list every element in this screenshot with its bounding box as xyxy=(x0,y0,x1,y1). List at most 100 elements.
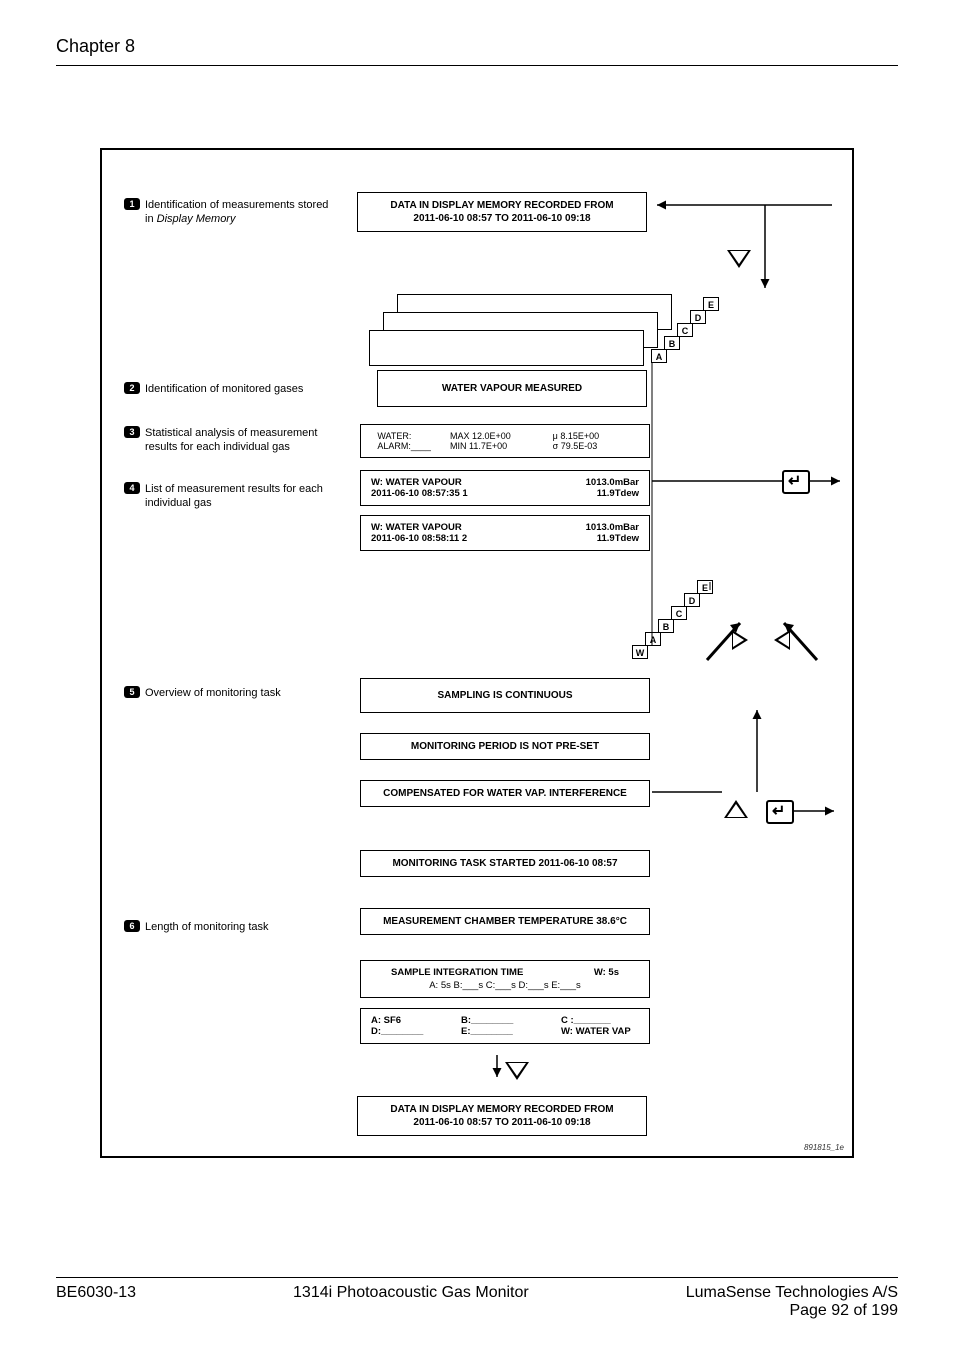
box-ov2: MONITORING PERIOD IS NOT PRE-SET xyxy=(360,733,650,760)
annotation-3: 3 Statistical analysis of measurement re… xyxy=(124,426,334,455)
nav-down-icon-2 xyxy=(505,1062,529,1080)
chapter-title: Chapter 8 xyxy=(56,36,898,57)
meas1-l1a: W: WATER VAPOUR xyxy=(371,477,462,488)
box-top-l1: DATA IN DISPLAY MEMORY RECORDED FROM xyxy=(366,200,638,211)
assign-w: W: WATER VAP xyxy=(561,1026,631,1037)
bullet-4: 4 xyxy=(124,482,140,494)
annotation-2: 2 Identification of monitored gases xyxy=(124,382,334,396)
annotation-2-text: Identification of monitored gases xyxy=(145,382,334,396)
header-rule xyxy=(56,65,898,66)
page: Chapter 8 1 Identification of measuremen… xyxy=(0,0,954,1350)
footer-rule xyxy=(56,1277,898,1278)
box-bottom-l2: 2011-06-10 08:57 TO 2011-06-10 09:18 xyxy=(366,1117,638,1128)
annotation-1-text: Identification of measurements stored in… xyxy=(145,198,334,227)
enter-icon-1 xyxy=(782,470,810,494)
meas1-l2a: 2011-06-10 08:57:35 1 xyxy=(371,488,468,499)
tab-D-1: D xyxy=(690,310,706,324)
ov4-text: MONITORING TASK STARTED 2011-06-10 08:57 xyxy=(369,858,641,869)
stats-row2: ALARM:____ MIN 11.7E+00 σ 79.5E-03 xyxy=(371,441,639,451)
footer-row: BE6030-13 1314i Photoacoustic Gas Monito… xyxy=(56,1284,898,1302)
bullet-6: 6 xyxy=(124,920,140,932)
annotation-6: 6 Length of monitoring task xyxy=(124,920,334,934)
meas1-r1: W: WATER VAPOUR 1013.0mBar xyxy=(371,477,639,488)
diag-arrows xyxy=(702,605,822,665)
sit-l2: A: 5s B:___s C:___s D:___s E:___s xyxy=(371,980,639,991)
bullet-1: 1 xyxy=(124,198,140,210)
bullet-3: 3 xyxy=(124,426,140,438)
footer-left: BE6030-13 xyxy=(56,1284,136,1302)
bullet-2: 2 xyxy=(124,382,140,394)
box-data-in-memory-bottom: DATA IN DISPLAY MEMORY RECORDED FROM 201… xyxy=(357,1096,647,1136)
stats-c1a: WATER: xyxy=(377,431,437,441)
bullet-5: 5 xyxy=(124,686,140,698)
arrow-down-bottom xyxy=(487,1055,507,1085)
annotation-6-text: Length of monitoring task xyxy=(145,920,334,934)
meas2-l2a: 2011-06-10 08:58:11 2 xyxy=(371,533,467,544)
box-meas-1: W: WATER VAPOUR 1013.0mBar 2011-06-10 08… xyxy=(360,470,650,506)
meas2-l1b: 1013.0mBar xyxy=(586,522,639,533)
assign-a: A: SF6 xyxy=(371,1015,461,1026)
footer-page: Page 92 of 199 xyxy=(56,1302,898,1320)
box-bottom-l1: DATA IN DISPLAY MEMORY RECORDED FROM xyxy=(366,1104,638,1115)
assign-b: B:________ xyxy=(461,1015,561,1026)
connector-ov3-right xyxy=(652,790,727,794)
figure-id: 891815_1e xyxy=(804,1143,844,1152)
meas2-r1: W: WATER VAPOUR 1013.0mBar xyxy=(371,522,639,533)
connector-enter-2b xyxy=(792,809,842,813)
meas2-l2b: 11.9Tdew xyxy=(597,533,639,544)
footer-center: 1314i Photoacoustic Gas Monitor xyxy=(293,1284,529,1302)
meas2-l1a: W: WATER VAPOUR xyxy=(371,522,462,533)
annotation-4-text: List of measurement results for each ind… xyxy=(145,482,334,511)
annotation-5-text: Overview of monitoring task xyxy=(145,686,334,700)
ov3-text: COMPENSATED FOR WATER VAP. INTERFERENCE xyxy=(369,788,641,799)
tab-W-2: W xyxy=(632,645,648,659)
ov5-text: MEASUREMENT CHAMBER TEMPERATURE 38.6°C xyxy=(369,916,641,927)
stack-back-1 xyxy=(369,330,644,366)
tab-B-1: B xyxy=(664,336,680,350)
annotation-5: 5 Overview of monitoring task xyxy=(124,686,334,700)
box-stats: WATER: MAX 12.0E+00 μ 8.15E+00 ALARM:___… xyxy=(360,424,650,458)
box-ov5: MEASUREMENT CHAMBER TEMPERATURE 38.6°C xyxy=(360,908,650,935)
assign-r1: A: SF6 B:________ C :_______ xyxy=(371,1015,639,1026)
box-meas-2: W: WATER VAPOUR 1013.0mBar 2011-06-10 08… xyxy=(360,515,650,551)
meas1-l2b: 11.9Tdew xyxy=(597,488,639,499)
box-assign: A: SF6 B:________ C :_______ D:________ … xyxy=(360,1008,650,1044)
box-top-l2: 2011-06-10 08:57 TO 2011-06-10 09:18 xyxy=(366,213,638,224)
tab-A-1: A xyxy=(651,349,667,363)
assign-c: C :_______ xyxy=(561,1015,611,1026)
stats-c3b: σ 79.5E-03 xyxy=(553,441,633,451)
tab-E-1: E xyxy=(703,297,719,311)
sit-l1b: W: 5s xyxy=(594,967,619,978)
gas-header-text: WATER VAPOUR MEASURED xyxy=(386,383,638,394)
annotation-1-text-b: Display Memory xyxy=(157,213,236,225)
stats-c1b: ALARM:____ xyxy=(377,441,437,451)
box-data-in-memory-top: DATA IN DISPLAY MEMORY RECORDED FROM 201… xyxy=(357,192,647,232)
assign-e: E:________ xyxy=(461,1026,561,1037)
tab-vline-1 xyxy=(647,362,677,552)
stats-c2b: MIN 11.7E+00 xyxy=(450,441,540,451)
ov2-text: MONITORING PERIOD IS NOT PRE-SET xyxy=(369,741,641,752)
nav-up-icon xyxy=(724,800,748,818)
box-ov3: COMPENSATED FOR WATER VAP. INTERFERENCE xyxy=(360,780,650,807)
nav-down-icon xyxy=(727,250,751,268)
connector-enter-1b xyxy=(808,479,848,483)
stats-c3a: μ 8.15E+00 xyxy=(553,431,633,441)
meas2-r2: 2011-06-10 08:58:11 2 11.9Tdew xyxy=(371,533,639,544)
sit-l1a: SAMPLE INTEGRATION TIME xyxy=(391,967,523,978)
assign-r2: D:________ E:________ W: WATER VAP xyxy=(371,1026,639,1037)
meas1-r2: 2011-06-10 08:57:35 1 11.9Tdew xyxy=(371,488,639,499)
figure-frame: 1 Identification of measurements stored … xyxy=(100,148,854,1158)
annotation-3-text: Statistical analysis of measurement resu… xyxy=(145,426,334,455)
box-sit: SAMPLE INTEGRATION TIME W: 5s A: 5s B:__… xyxy=(360,960,650,998)
footer: BE6030-13 1314i Photoacoustic Gas Monito… xyxy=(56,1277,898,1320)
box-gas-header: WATER VAPOUR MEASURED xyxy=(377,370,647,407)
stats-c2a: MAX 12.0E+00 xyxy=(450,431,540,441)
enter-icon-2 xyxy=(766,800,794,824)
assign-d: D:________ xyxy=(371,1026,461,1037)
footer-right: LumaSense Technologies A/S xyxy=(686,1284,898,1302)
tab-C-1: C xyxy=(677,323,693,337)
box-ov4: MONITORING TASK STARTED 2011-06-10 08:57 xyxy=(360,850,650,877)
annotation-1: 1 Identification of measurements stored … xyxy=(124,198,334,227)
sit-r1: SAMPLE INTEGRATION TIME W: 5s xyxy=(371,967,639,978)
meas1-l1b: 1013.0mBar xyxy=(586,477,639,488)
